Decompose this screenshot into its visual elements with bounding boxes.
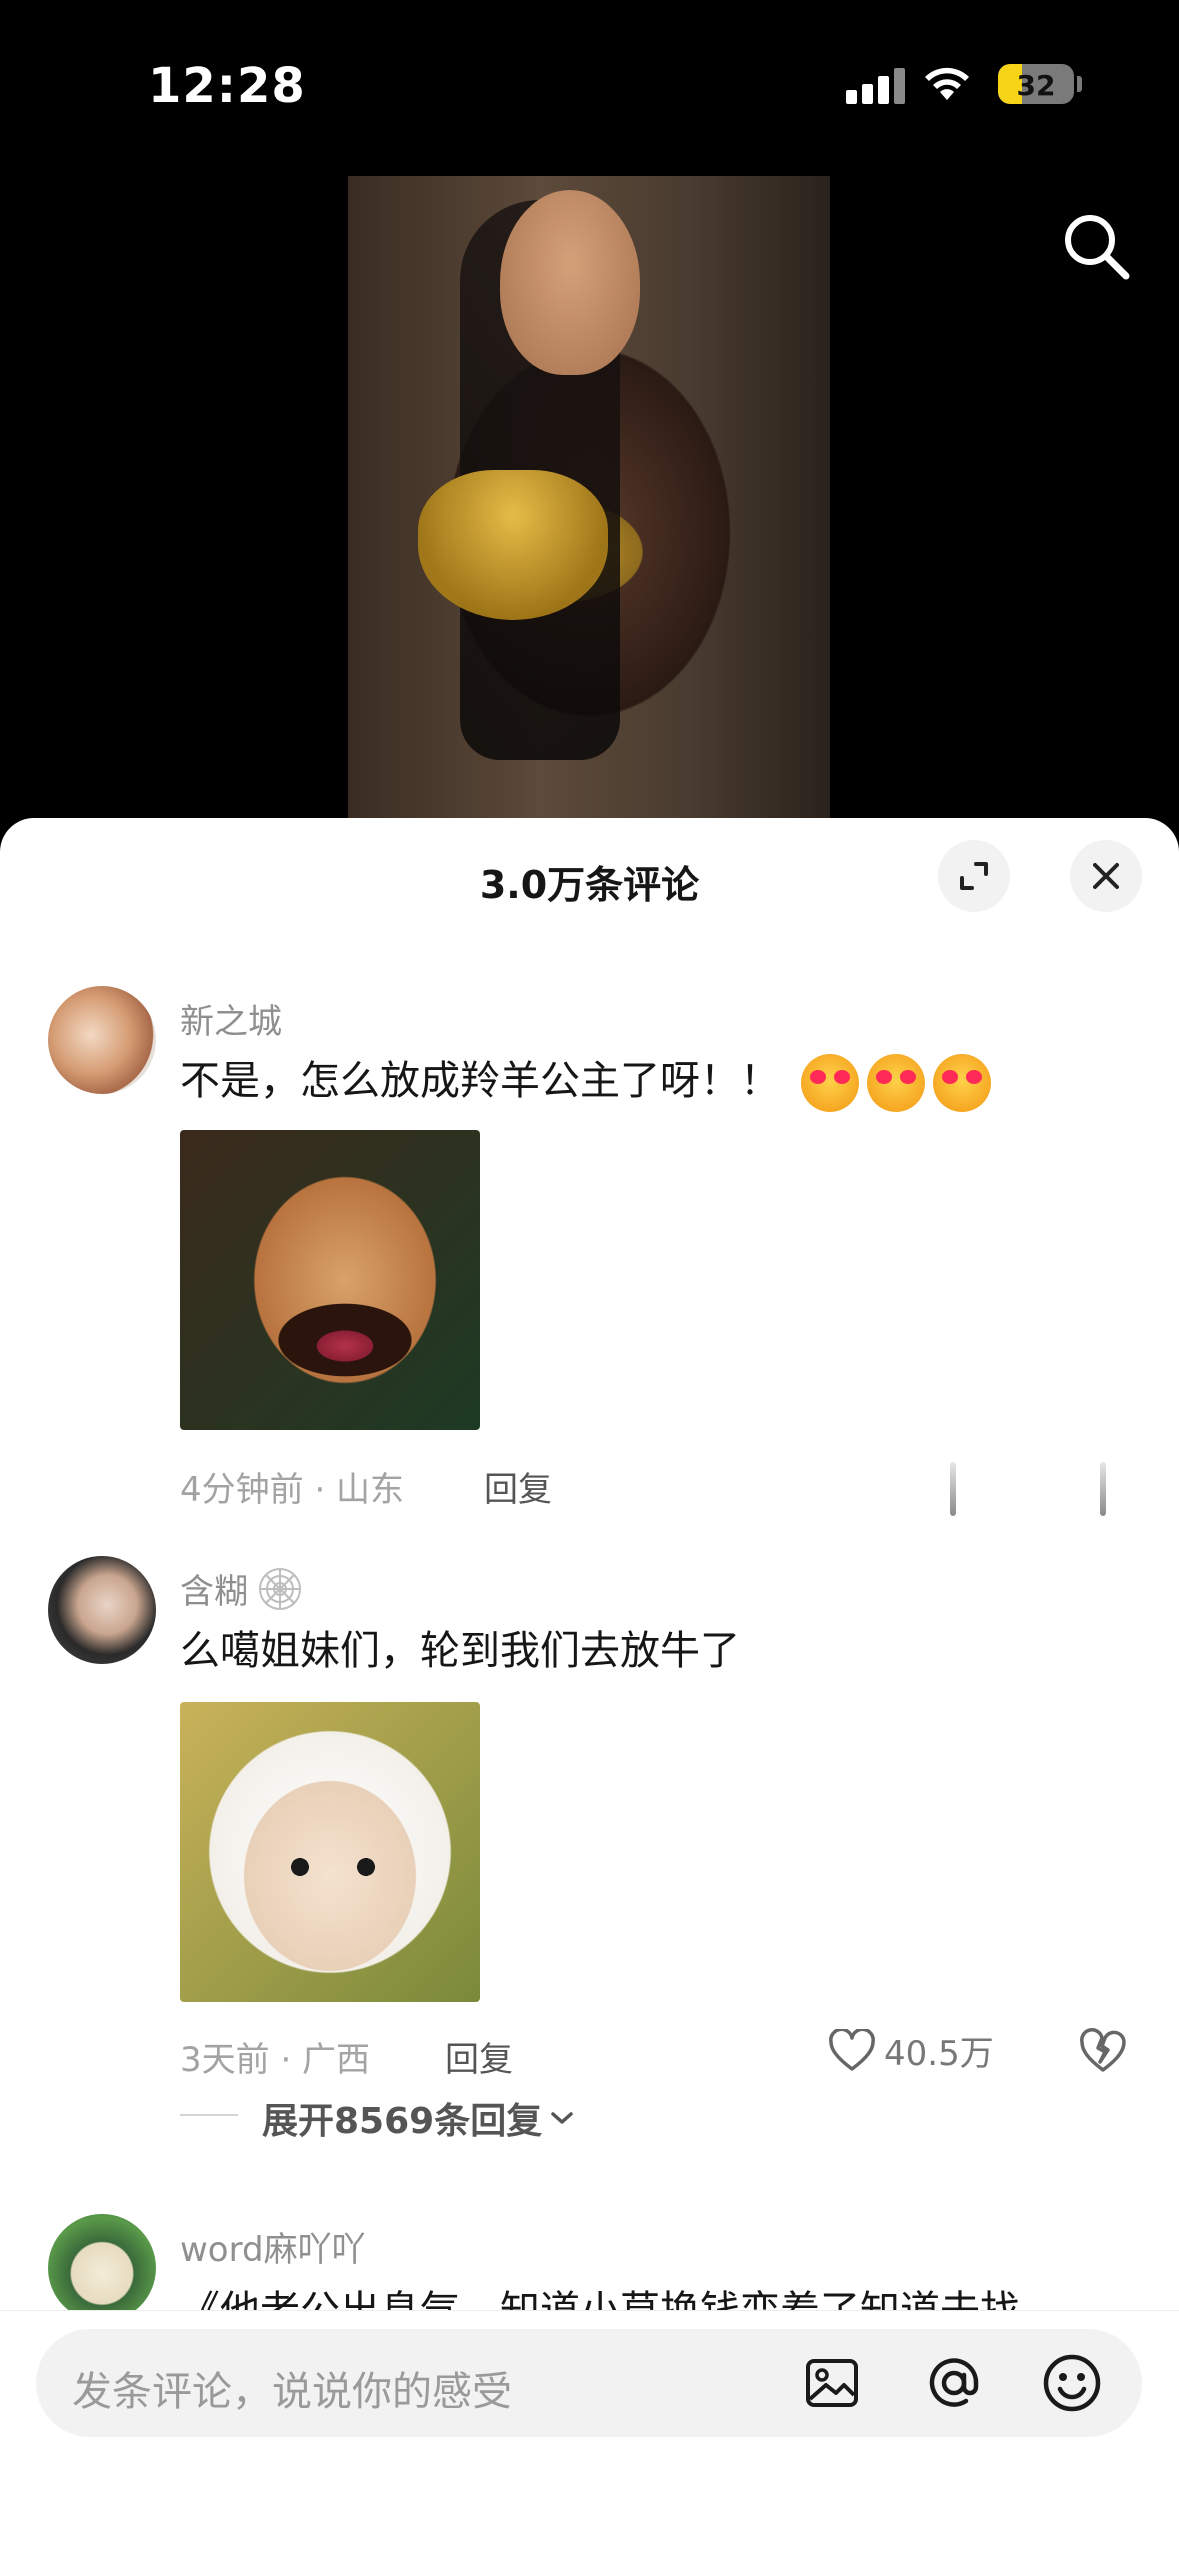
dislike-icon[interactable]: [1078, 2028, 1128, 2074]
image-icon[interactable]: [802, 2353, 862, 2413]
search-icon[interactable]: [1056, 206, 1136, 286]
reply-button[interactable]: 回复: [445, 2032, 513, 2081]
avatar[interactable]: [48, 2214, 156, 2322]
comment-input-placeholder: 发条评论，说说你的感受: [72, 2369, 512, 2415]
video-figure-jewelry: [418, 470, 608, 620]
divider: [180, 2114, 238, 2116]
comment-sheet: 3.0万条评论 新之城 不是，怎么放成羚羊公主了呀！！ 4分钟前 · 山东 回复…: [0, 818, 1179, 2556]
chevron-down-icon: [551, 2112, 573, 2124]
commenter-name[interactable]: word麻吖吖: [180, 2222, 366, 2271]
comment-meta: 3天前 · 广西: [180, 2040, 371, 2080]
avatar[interactable]: [48, 986, 156, 1094]
status-time: 12:28: [148, 58, 306, 114]
comment-image[interactable]: [180, 1130, 480, 1430]
expand-replies-label: 展开8569条回复: [262, 2101, 543, 2142]
heart-icon: [829, 2028, 875, 2071]
comment-text: 么噶姐妹们，轮到我们去放牛了: [180, 1628, 740, 1674]
comment-body: 不是，怎么放成羚羊公主了呀！！: [180, 1058, 780, 1104]
at-icon[interactable]: [922, 2351, 986, 2415]
commenter-name[interactable]: 含糊: [180, 1564, 248, 1613]
expand-replies-button[interactable]: 展开8569条回复: [262, 2092, 576, 2144]
commenter-name[interactable]: 新之城: [180, 994, 282, 1043]
heart-eyes-emoji: [932, 1054, 991, 1112]
battery-tip: [1077, 76, 1082, 92]
like-button[interactable]: 40.5万: [828, 2026, 994, 2075]
heart-eyes-emoji: [866, 1054, 925, 1112]
close-icon: [1093, 863, 1119, 889]
emoji-icon[interactable]: [1040, 2351, 1104, 2415]
comment-input[interactable]: 发条评论，说说你的感受: [36, 2329, 1142, 2437]
cellular-signal-icon: [846, 68, 905, 104]
battery-percent: 32: [1016, 69, 1056, 102]
comment-meta: 4分钟前 · 山东: [180, 1470, 405, 1510]
close-button[interactable]: [1070, 840, 1142, 912]
like-count: 40.5万: [884, 2034, 994, 2074]
comment-input-bar: 发条评论，说说你的感受: [0, 2310, 1179, 2557]
battery-icon: 32: [998, 64, 1074, 104]
wifi-icon: [925, 67, 969, 100]
expand-button[interactable]: [938, 840, 1010, 912]
expand-icon: [960, 862, 988, 890]
spiderweb-icon: [259, 1567, 301, 1610]
heart-eyes-emoji: [800, 1054, 859, 1112]
video-figure-face: [500, 190, 640, 375]
comment-image[interactable]: [180, 1702, 480, 2002]
reply-button[interactable]: 回复: [484, 1462, 552, 1511]
loading-indicator: [950, 1462, 956, 1516]
comment-text: 不是，怎么放成羚羊公主了呀！！: [180, 1048, 991, 1112]
loading-indicator: [1100, 1462, 1106, 1516]
commenter-name-row: 含糊: [180, 1564, 304, 1613]
avatar[interactable]: [48, 1556, 156, 1664]
